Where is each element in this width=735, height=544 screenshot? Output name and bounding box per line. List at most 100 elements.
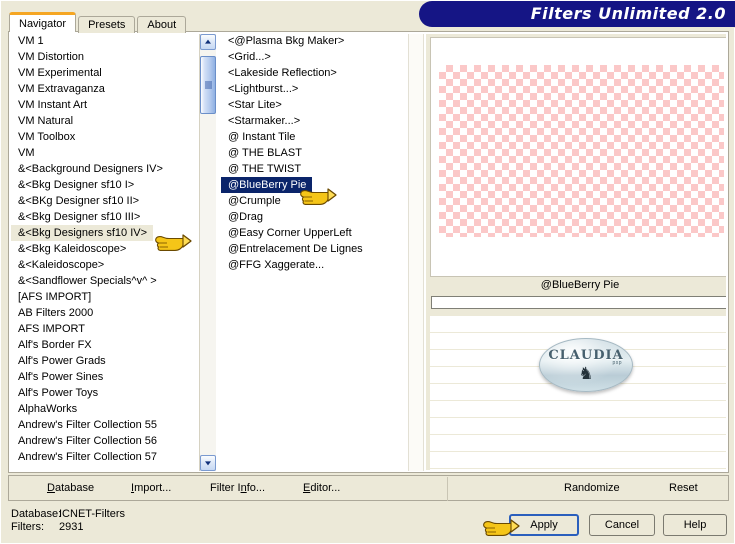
list-item[interactable]: @Easy Corner UpperLeft [221, 225, 406, 241]
client-area: VM 1 VM Distortion VM Experimental VM Ex… [8, 31, 729, 473]
list-item-label: <Lakeside Reflection> [228, 67, 337, 79]
menu-import-label: mport... [134, 482, 172, 494]
logo-subtext: psp [612, 360, 622, 366]
list-item[interactable]: VM Natural [11, 113, 197, 129]
menu-filter-info-label: Filter Info... [210, 482, 266, 494]
list-item[interactable]: Andrew's Filter Collection 57 [11, 449, 197, 465]
menu-divider [447, 477, 448, 501]
list-item[interactable]: @Drag [221, 209, 406, 225]
list-item[interactable]: @Crumple [221, 193, 406, 209]
list-item[interactable]: <Star Lite> [221, 97, 406, 113]
list-item[interactable]: &<Bkg Designer sf10 I> [11, 177, 197, 193]
list-item[interactable]: @FFG Xaggerate... [221, 257, 406, 273]
list-item[interactable]: VM 1 [11, 33, 197, 49]
status-database-value: ICNET-Filters [59, 508, 125, 520]
parameter-row [430, 418, 726, 435]
list-item-label: @Entrelacement De Lignes [228, 243, 363, 255]
list-item[interactable]: VM Distortion [11, 49, 197, 65]
category-list[interactable]: VM 1 VM Distortion VM Experimental VM Ex… [11, 33, 197, 471]
filters-unlimited-window: Filters Unlimited 2.0 Navigator Presets … [0, 0, 735, 544]
list-item[interactable]: VM Extravaganza [11, 81, 197, 97]
scroll-up-button[interactable] [200, 34, 216, 50]
bottom-menu-bar: Database Import... Filter Info... Editor… [8, 475, 729, 501]
help-button[interactable]: Help [663, 514, 727, 536]
list-item-label: @FFG Xaggerate... [228, 259, 325, 271]
status-filters-label: Filters: [11, 521, 44, 533]
menu-filter-info[interactable]: Filter Info... [210, 482, 265, 494]
scroll-down-button[interactable] [200, 455, 216, 471]
list-item-label: <Starmaker...> [228, 115, 301, 127]
list-item[interactable]: <Grid...> [221, 49, 406, 65]
list-item[interactable]: AB Filters 2000 [11, 305, 197, 321]
chevron-up-icon [205, 39, 211, 44]
list-item-label: <Lightburst...> [228, 83, 299, 95]
list-item-label: <@Plasma Bkg Maker> [228, 35, 345, 47]
list-item[interactable]: &<Sandflower Specials^v^ > [11, 273, 197, 289]
list-item-label: @Drag [228, 211, 264, 223]
list-item[interactable]: Alf's Power Grads [11, 353, 197, 369]
list-item[interactable]: &<Bkg Designer sf10 III> [11, 209, 197, 225]
list-item[interactable]: @Entrelacement De Lignes [221, 241, 406, 257]
list-item[interactable]: &<Kaleidoscope> [11, 257, 197, 273]
parameter-row [430, 316, 726, 333]
menu-editor-label: ditor... [310, 482, 341, 494]
list-item[interactable]: AlphaWorks [11, 401, 197, 417]
tab-presets[interactable]: Presets [78, 16, 136, 33]
category-list-selected-item[interactable]: &<Bkg Designers sf10 IV> [11, 225, 153, 241]
claudia-watermark-logo: CLAUDIA psp ♞ [539, 338, 633, 392]
list-item-label: @Easy Corner UpperLeft [228, 227, 352, 239]
menu-database-label: atabase [54, 482, 95, 494]
menu-randomize-label: Randomize [564, 482, 620, 494]
scrollbar-thumb[interactable] [200, 56, 216, 114]
list-item-label: @BlueBerry Pie [221, 177, 313, 193]
tab-navigator[interactable]: Navigator [9, 12, 77, 32]
list-item[interactable]: VM Toolbox [11, 129, 197, 145]
tab-about[interactable]: About [137, 16, 187, 33]
cancel-button[interactable]: Cancel [589, 514, 655, 536]
parameter-row [430, 435, 726, 452]
list-item[interactable]: VM [11, 145, 197, 161]
list-item[interactable]: @ THE BLAST [221, 145, 406, 161]
list-item[interactable]: &<BKg Designer sf10 II> [11, 193, 197, 209]
status-info: Database: ICNET-Filters Filters: 2931 [11, 508, 125, 534]
list-item[interactable]: [AFS IMPORT] [11, 289, 197, 305]
list-item[interactable]: Alf's Power Sines [11, 369, 197, 385]
list-item[interactable]: <Lightburst...> [221, 81, 406, 97]
parameter-rows-area: CLAUDIA psp ♞ [430, 316, 726, 470]
list-item[interactable]: <Starmaker...> [221, 113, 406, 129]
filter-list-selected-item[interactable]: @BlueBerry Pie [221, 177, 406, 193]
list-item-label: <Star Lite> [228, 99, 282, 111]
status-database-label: Database: [11, 508, 62, 520]
category-list-scrollbar[interactable] [199, 34, 216, 471]
menu-editor[interactable]: Editor... [303, 482, 340, 494]
list-item[interactable]: Andrew's Filter Collection 56 [11, 433, 197, 449]
list-item[interactable]: &<Background Designers IV> [11, 161, 197, 177]
filter-list[interactable]: <@Plasma Bkg Maker> <Grid...> <Lakeside … [221, 33, 406, 471]
title-banner: Filters Unlimited 2.0 [419, 1, 735, 27]
menu-database[interactable]: Database [47, 482, 94, 494]
preview-image-frame[interactable] [430, 37, 726, 277]
progress-bar [431, 296, 726, 309]
list-item[interactable]: <Lakeside Reflection> [221, 65, 406, 81]
menu-randomize[interactable]: Randomize [564, 482, 620, 494]
preview-checker-pattern [439, 65, 724, 237]
list-item[interactable]: VM Experimental [11, 65, 197, 81]
menu-reset[interactable]: Reset [669, 482, 698, 494]
list-item-label: <Grid...> [228, 51, 271, 63]
list-item[interactable]: Andrew's Filter Collection 55 [11, 417, 197, 433]
menu-import[interactable]: Import... [131, 482, 171, 494]
list-item[interactable]: Alf's Border FX [11, 337, 197, 353]
list-item[interactable]: @ Instant Tile [221, 129, 406, 145]
parameter-row [430, 452, 726, 469]
list-item[interactable]: Alf's Power Toys [11, 385, 197, 401]
list-item[interactable]: &<Bkg Kaleidoscope> [11, 241, 197, 257]
parameter-row [430, 401, 726, 418]
list-item[interactable]: VM Instant Art [11, 97, 197, 113]
menu-reset-label: Reset [669, 482, 698, 494]
app-title: Filters Unlimited 2.0 [530, 4, 726, 23]
list-item[interactable]: @ THE TWIST [221, 161, 406, 177]
filter-list-scrollbar[interactable] [408, 34, 424, 471]
list-item[interactable]: <@Plasma Bkg Maker> [221, 33, 406, 49]
apply-button[interactable]: Apply [509, 514, 579, 536]
list-item[interactable]: AFS IMPORT [11, 321, 197, 337]
